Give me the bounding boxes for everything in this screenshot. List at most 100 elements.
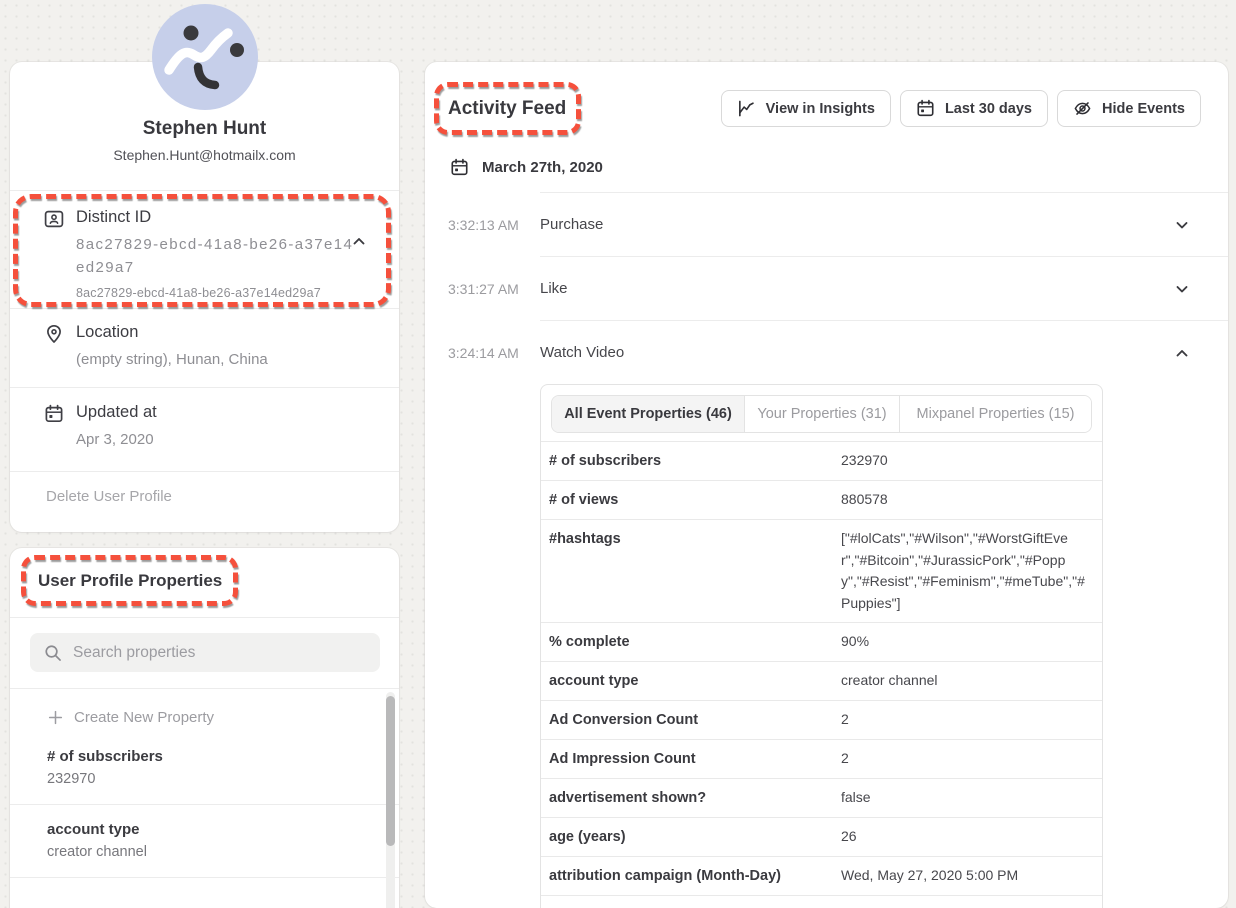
property-value-cell: ["#lolCats","#Wilson","#WorstGiftEver","… [841, 528, 1090, 614]
calendar-icon [450, 158, 469, 177]
property-name-cell: age (years) [549, 826, 841, 848]
mixpanel-user-profile-page: Stephen Hunt Stephen.Hunt@hotmailx.com D… [0, 0, 1236, 908]
event-name: Watch Video [540, 344, 1174, 361]
event-row-watch-video[interactable]: 3:24:14 AM Watch Video [425, 321, 1228, 384]
distinct-id-collapse-button[interactable] [351, 233, 367, 249]
hide-events-button[interactable]: Hide Events [1057, 90, 1201, 127]
table-row: # of subscribers 232970 [541, 441, 1102, 480]
property-name-cell: % complete [549, 631, 841, 653]
updated-at-value: Apr 3, 2020 [76, 428, 157, 451]
line-chart-icon [737, 99, 756, 118]
tab-your-properties[interactable]: Your Properties (31) [744, 396, 899, 432]
property-name-cell: #hashtags [549, 528, 841, 614]
table-row: age (years) 26 [541, 817, 1102, 856]
create-new-property-button[interactable]: Create New Property [10, 689, 399, 732]
table-row: attribution campaign (Month-Day) Wed, Ma… [541, 856, 1102, 895]
property-name: account type [47, 821, 399, 838]
table-row: Ad Impression Count 2 [541, 739, 1102, 778]
event-time: 3:32:13 AM [448, 217, 540, 233]
user-profile-properties-card: User Profile Properties Search propertie… [10, 548, 399, 908]
tab-all-event-properties[interactable]: All Event Properties (46) [552, 396, 744, 432]
chevron-down-icon[interactable] [1174, 217, 1190, 233]
property-value-cell: 90% [841, 631, 1090, 653]
table-row: attribution channel Facebook [541, 895, 1102, 908]
event-name: Purchase [540, 216, 1174, 233]
search-icon [44, 644, 61, 661]
property-value-cell: Wed, May 27, 2020 5:00 PM [841, 865, 1090, 887]
property-value-cell: 2 [841, 748, 1090, 770]
event-row-purchase[interactable]: 3:32:13 AM Purchase [425, 193, 1228, 256]
list-divider [10, 877, 399, 878]
distinct-id-label: Distinct ID [76, 208, 358, 227]
user-profile-properties-title: User Profile Properties [38, 571, 222, 591]
scrollbar-thumb[interactable] [386, 696, 395, 846]
distinct-id-section: Distinct ID 8ac27829-ebcd-41a8-be26-a37e… [10, 191, 399, 308]
search-properties-input[interactable]: Search properties [30, 633, 380, 672]
property-name: # of subscribers [47, 748, 399, 765]
delete-user-profile-button[interactable]: Delete User Profile [10, 472, 399, 505]
view-in-insights-button[interactable]: View in Insights [721, 90, 891, 127]
property-value-cell: 26 [841, 826, 1090, 848]
table-row: #hashtags ["#lolCats","#Wilson","#WorstG… [541, 519, 1102, 622]
hide-events-label: Hide Events [1102, 101, 1185, 117]
tab-mixpanel-properties[interactable]: Mixpanel Properties (15) [899, 396, 1091, 432]
table-row: % complete 90% [541, 622, 1102, 661]
date-group-label: March 27th, 2020 [482, 159, 603, 176]
location-value: (empty string), Hunan, China [76, 348, 268, 371]
plus-icon [48, 710, 63, 725]
event-time: 3:31:27 AM [448, 281, 540, 297]
event-detail-panel: All Event Properties (46) Your Propertie… [540, 384, 1103, 908]
property-value-cell: 880578 [841, 489, 1090, 511]
view-in-insights-label: View in Insights [766, 101, 875, 117]
table-row: account type creator channel [541, 661, 1102, 700]
distinct-id-subvalue: 8ac27829-ebcd-41a8-be26-a37e14ed29a7 [76, 286, 358, 300]
property-value-cell: 2 [841, 709, 1090, 731]
avatar [152, 4, 258, 110]
table-row: advertisement shown? false [541, 778, 1102, 817]
property-name-cell: Ad Impression Count [549, 748, 841, 770]
id-badge-icon [44, 209, 64, 229]
property-value-cell: creator channel [841, 670, 1090, 692]
table-row: Ad Conversion Count 2 [541, 700, 1102, 739]
property-value: 232970 [47, 771, 399, 787]
activity-feed-card: Activity Feed View in Insights Last 30 d… [425, 62, 1228, 908]
property-name-cell: account type [549, 670, 841, 692]
location-pin-icon [44, 324, 64, 344]
updated-at-section: Updated at Apr 3, 2020 [10, 388, 399, 471]
event-properties-table: # of subscribers 232970 # of views 88057… [541, 441, 1102, 908]
list-item[interactable]: # of subscribers 232970 [10, 732, 399, 804]
property-value-cell: 232970 [841, 450, 1090, 472]
updated-at-label: Updated at [76, 403, 157, 422]
activity-feed-title: Activity Feed [448, 98, 566, 120]
user-profile-card: Stephen Hunt Stephen.Hunt@hotmailx.com D… [10, 62, 399, 532]
property-name-cell: Ad Conversion Count [549, 709, 841, 731]
date-range-label: Last 30 days [945, 101, 1032, 117]
date-range-button[interactable]: Last 30 days [900, 90, 1048, 127]
property-name-cell: attribution campaign (Month-Day) [549, 865, 841, 887]
property-name-cell: attribution channel [549, 904, 841, 908]
list-item[interactable]: account type creator channel [10, 805, 399, 877]
location-label: Location [76, 323, 268, 342]
distinct-id-value: 8ac27829-ebcd-41a8-be26-a37e14ed29a7 [76, 233, 358, 279]
event-name: Like [540, 280, 1174, 297]
eye-off-icon [1073, 99, 1092, 118]
event-row-like[interactable]: 3:31:27 AM Like [425, 257, 1228, 320]
property-name-cell: advertisement shown? [549, 787, 841, 809]
property-value: creator channel [47, 844, 399, 860]
event-properties-tabs: All Event Properties (46) Your Propertie… [551, 395, 1092, 433]
profile-name: Stephen Hunt [10, 118, 399, 140]
avatar-smiley-chart-icon [152, 4, 258, 110]
properties-list: Create New Property # of subscribers 232… [10, 689, 399, 908]
chevron-down-icon[interactable] [1174, 281, 1190, 297]
property-name-cell: # of views [549, 489, 841, 511]
chevron-up-icon[interactable] [1174, 345, 1190, 361]
calendar-icon [44, 404, 64, 424]
profile-email: Stephen.Hunt@hotmailx.com [10, 147, 399, 163]
date-group-header: March 27th, 2020 [450, 158, 1228, 177]
calendar-icon [916, 99, 935, 118]
property-value-cell: false [841, 787, 1090, 809]
event-time: 3:24:14 AM [448, 345, 540, 361]
scrollbar-track[interactable] [386, 692, 395, 908]
search-placeholder: Search properties [73, 644, 195, 662]
table-row: # of views 880578 [541, 480, 1102, 519]
